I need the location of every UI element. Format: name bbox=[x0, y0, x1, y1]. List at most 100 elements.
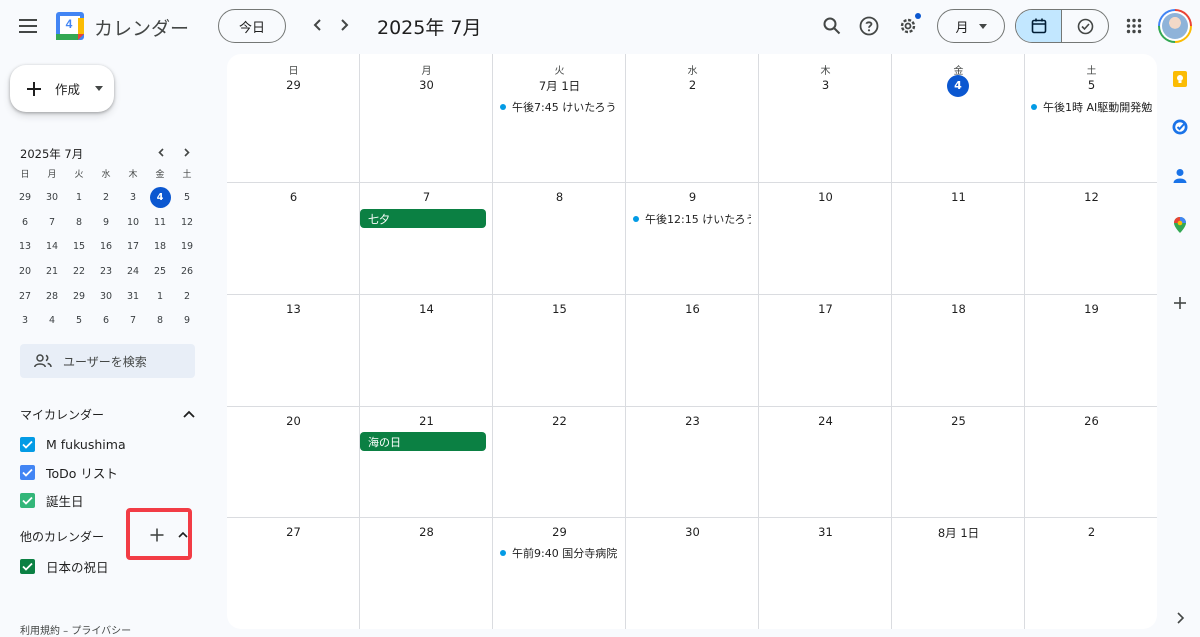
event-jul5[interactable]: 午後1時 AI駆動開発勉 bbox=[1031, 99, 1155, 115]
day-number[interactable]: 23 bbox=[626, 414, 759, 428]
day-number[interactable]: 13 bbox=[227, 302, 360, 316]
mini-day[interactable]: 30 bbox=[39, 187, 65, 209]
mini-day[interactable]: 9 bbox=[93, 211, 119, 233]
day-number[interactable]: 6 bbox=[227, 190, 360, 204]
mini-day[interactable]: 7 bbox=[120, 310, 146, 332]
day-number[interactable]: 19 bbox=[1025, 302, 1157, 316]
my-calendar-item[interactable]: 誕生日 bbox=[20, 488, 84, 512]
mini-day[interactable]: 3 bbox=[120, 187, 146, 209]
day-number[interactable]: 8月 1日 bbox=[892, 525, 1025, 541]
contacts-icon[interactable] bbox=[1171, 167, 1189, 185]
day-number[interactable]: 31 bbox=[759, 525, 892, 539]
search-people-field[interactable]: ユーザーを検索 bbox=[20, 344, 195, 378]
settings-button[interactable] bbox=[892, 10, 924, 42]
expand-panel-icon[interactable] bbox=[1171, 609, 1189, 627]
mini-day[interactable]: 14 bbox=[39, 236, 65, 258]
calendar-view-toggle[interactable] bbox=[1016, 10, 1063, 42]
day-number[interactable]: 18 bbox=[892, 302, 1025, 316]
checkbox-checked-icon[interactable] bbox=[20, 558, 35, 574]
day-number-today[interactable]: 4 bbox=[947, 75, 969, 97]
view-select[interactable]: 月 bbox=[937, 9, 1005, 43]
checkbox-checked-icon[interactable] bbox=[20, 464, 35, 480]
event-jul1[interactable]: 午後7:45 けいたろう I bbox=[500, 99, 618, 115]
my-calendars-header[interactable]: マイカレンダー bbox=[20, 402, 195, 426]
today-button[interactable]: 今日 bbox=[218, 9, 286, 43]
mini-day[interactable]: 25 bbox=[147, 260, 173, 282]
mini-day[interactable]: 5 bbox=[174, 187, 200, 209]
holiday-event-tanabata[interactable]: 七夕 bbox=[360, 209, 486, 228]
day-number[interactable]: 8 bbox=[493, 190, 626, 204]
day-number[interactable]: 17 bbox=[759, 302, 892, 316]
day-number[interactable]: 29 bbox=[493, 525, 626, 539]
mini-day[interactable]: 2 bbox=[93, 187, 119, 209]
mini-day[interactable]: 6 bbox=[93, 310, 119, 332]
calendar-logo[interactable]: 4 bbox=[56, 12, 84, 40]
day-number[interactable]: 2 bbox=[626, 78, 759, 92]
tasks-icon[interactable] bbox=[1171, 118, 1189, 136]
day-number[interactable]: 26 bbox=[1025, 414, 1157, 428]
holiday-event-umi-no-hi[interactable]: 海の日 bbox=[360, 432, 486, 451]
mini-day[interactable]: 6 bbox=[12, 211, 38, 233]
checkbox-checked-icon[interactable] bbox=[20, 492, 35, 508]
day-number[interactable]: 3 bbox=[759, 78, 892, 92]
day-number[interactable]: 22 bbox=[493, 414, 626, 428]
account-avatar[interactable] bbox=[1158, 9, 1192, 43]
mini-day[interactable]: 4 bbox=[39, 310, 65, 332]
day-number[interactable]: 28 bbox=[360, 525, 493, 539]
next-month-button[interactable] bbox=[330, 10, 360, 40]
mini-day[interactable]: 20 bbox=[12, 260, 38, 282]
day-number[interactable]: 16 bbox=[626, 302, 759, 316]
mini-day[interactable]: 8 bbox=[66, 211, 92, 233]
my-calendar-item[interactable]: ToDo リスト bbox=[20, 460, 118, 484]
previous-month-button[interactable] bbox=[302, 10, 332, 40]
day-number[interactable]: 25 bbox=[892, 414, 1025, 428]
day-number[interactable]: 14 bbox=[360, 302, 493, 316]
my-calendar-item[interactable]: M fukushima bbox=[20, 432, 126, 456]
day-number[interactable]: 5 bbox=[1025, 78, 1157, 92]
day-number[interactable]: 15 bbox=[493, 302, 626, 316]
checkbox-checked-icon[interactable] bbox=[20, 436, 35, 452]
mini-day[interactable]: 8 bbox=[147, 310, 173, 332]
mini-day[interactable]: 28 bbox=[39, 285, 65, 307]
mini-day[interactable]: 16 bbox=[93, 236, 119, 258]
other-calendar-item[interactable]: 日本の祝日 bbox=[20, 554, 109, 578]
mini-day[interactable]: 29 bbox=[66, 285, 92, 307]
event-jul9[interactable]: 午後12:15 けいたろう bbox=[633, 211, 751, 227]
add-other-calendar-button[interactable] bbox=[126, 508, 192, 560]
mini-day[interactable]: 31 bbox=[120, 285, 146, 307]
mini-day[interactable]: 26 bbox=[174, 260, 200, 282]
maps-icon[interactable] bbox=[1171, 216, 1189, 234]
mini-day[interactable]: 19 bbox=[174, 236, 200, 258]
mini-day[interactable]: 29 bbox=[12, 187, 38, 209]
get-add-ons-icon[interactable] bbox=[1171, 294, 1189, 312]
mini-day[interactable]: 10 bbox=[120, 211, 146, 233]
mini-day[interactable]: 30 bbox=[93, 285, 119, 307]
day-number[interactable]: 29 bbox=[227, 78, 360, 92]
day-number[interactable]: 30 bbox=[626, 525, 759, 539]
mini-day[interactable]: 3 bbox=[12, 310, 38, 332]
day-number[interactable]: 27 bbox=[227, 525, 360, 539]
day-number[interactable]: 30 bbox=[360, 78, 493, 92]
mini-day[interactable]: 24 bbox=[120, 260, 146, 282]
mini-day[interactable]: 15 bbox=[66, 236, 92, 258]
day-number[interactable]: 20 bbox=[227, 414, 360, 428]
mini-day[interactable]: 5 bbox=[66, 310, 92, 332]
mini-day[interactable]: 22 bbox=[66, 260, 92, 282]
tasks-view-toggle[interactable] bbox=[1062, 10, 1108, 42]
day-number[interactable]: 9 bbox=[626, 190, 759, 204]
mini-day[interactable]: 2 bbox=[174, 285, 200, 307]
mini-day[interactable]: 23 bbox=[93, 260, 119, 282]
mini-day[interactable]: 11 bbox=[147, 211, 173, 233]
google-apps-button[interactable] bbox=[1118, 10, 1150, 42]
day-number[interactable]: 7 bbox=[360, 190, 493, 204]
mini-day-today[interactable]: 4 bbox=[149, 186, 171, 208]
mini-day[interactable]: 9 bbox=[174, 310, 200, 332]
mini-day[interactable]: 17 bbox=[120, 236, 146, 258]
mini-day[interactable]: 13 bbox=[12, 236, 38, 258]
day-number[interactable]: 24 bbox=[759, 414, 892, 428]
day-number[interactable]: 11 bbox=[892, 190, 1025, 204]
help-button[interactable] bbox=[853, 10, 885, 42]
mini-day[interactable]: 18 bbox=[147, 236, 173, 258]
day-number[interactable]: 12 bbox=[1025, 190, 1157, 204]
mini-day[interactable]: 7 bbox=[39, 211, 65, 233]
